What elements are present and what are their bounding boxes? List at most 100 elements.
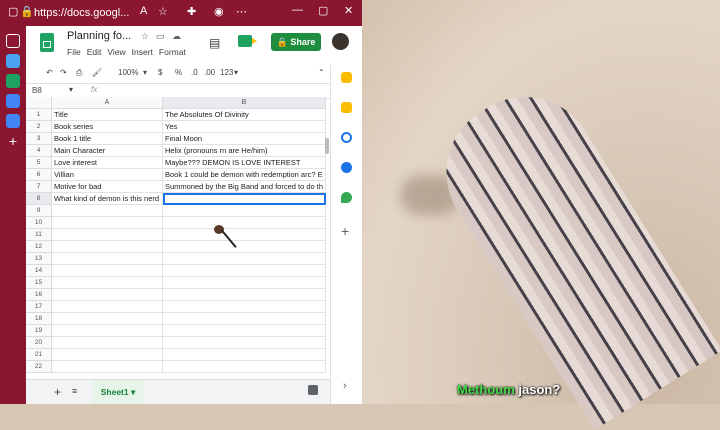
column-header-b[interactable]: B	[163, 97, 326, 109]
cell-a17[interactable]	[52, 301, 163, 313]
menu-view[interactable]: View	[107, 47, 125, 57]
maximize-icon[interactable]: ▢	[318, 4, 328, 17]
menu-file[interactable]: File	[67, 47, 81, 57]
row-number[interactable]: 2	[26, 121, 52, 133]
tabs-icon[interactable]	[6, 34, 20, 48]
print-icon[interactable]: ⎙	[76, 68, 82, 78]
row-number[interactable]: 16	[26, 289, 52, 301]
app-icon[interactable]	[6, 54, 20, 68]
tasks-icon[interactable]	[341, 132, 352, 143]
star-icon[interactable]: ☆	[141, 31, 149, 42]
cell-b13[interactable]	[163, 253, 326, 265]
cell-b11[interactable]	[163, 229, 326, 241]
profile-icon[interactable]: ◉	[214, 5, 224, 18]
cell-a6[interactable]: Villian	[52, 169, 163, 181]
redo-icon[interactable]: ↷	[60, 68, 67, 77]
row-number[interactable]: 22	[26, 361, 52, 373]
cell-a22[interactable]	[52, 361, 163, 373]
sheet-tab[interactable]: Sheet1 ▾	[92, 380, 144, 404]
format-select[interactable]: 123	[220, 68, 233, 77]
add-icon[interactable]: +	[6, 134, 20, 148]
cell-b12[interactable]	[163, 241, 326, 253]
cell-b14[interactable]	[163, 265, 326, 277]
row-number[interactable]: 3	[26, 133, 52, 145]
cell-a10[interactable]	[52, 217, 163, 229]
cell-b20[interactable]	[163, 337, 326, 349]
cell-a19[interactable]	[52, 325, 163, 337]
cell-a11[interactable]	[52, 229, 163, 241]
keep-icon[interactable]	[341, 102, 352, 113]
cell-b6[interactable]: Book 1 could be demon with redemption ar…	[163, 169, 326, 181]
cell-a9[interactable]	[52, 205, 163, 217]
row-number[interactable]: 13	[26, 253, 52, 265]
cell-a2[interactable]: Book series	[52, 121, 163, 133]
cell-a1[interactable]: Title	[52, 109, 163, 121]
cell-b19[interactable]	[163, 325, 326, 337]
cell-a20[interactable]	[52, 337, 163, 349]
column-header-a[interactable]: A	[52, 97, 163, 109]
spreadsheet-grid[interactable]: A B 1 Title The Absolutes Of Divinity 2 Book s…	[26, 97, 326, 379]
row-number[interactable]: 11	[26, 229, 52, 241]
cell-a12[interactable]	[52, 241, 163, 253]
cell-a4[interactable]: Main Character	[52, 145, 163, 157]
name-box[interactable]: B8	[32, 86, 42, 95]
more-icon[interactable]: ⋯	[236, 5, 247, 18]
cell-a3[interactable]: Book 1 title	[52, 133, 163, 145]
comment-icon[interactable]: ▤	[209, 36, 220, 50]
row-number[interactable]: 15	[26, 277, 52, 289]
contacts-icon[interactable]	[341, 162, 352, 173]
cell-b2[interactable]: Yes	[163, 121, 326, 133]
row-number[interactable]: 10	[26, 217, 52, 229]
calendar-icon[interactable]	[341, 72, 352, 83]
cell-b21[interactable]	[163, 349, 326, 361]
row-number[interactable]: 18	[26, 313, 52, 325]
cell-a15[interactable]	[52, 277, 163, 289]
cell-b10[interactable]	[163, 217, 326, 229]
maps-icon[interactable]	[341, 192, 352, 203]
menu-edit[interactable]: Edit	[87, 47, 102, 57]
row-number[interactable]: 21	[26, 349, 52, 361]
row-number[interactable]: 8	[26, 193, 52, 205]
cell-b1[interactable]: The Absolutes Of Divinity	[163, 109, 326, 121]
cell-b16[interactable]	[163, 289, 326, 301]
cell-b15[interactable]	[163, 277, 326, 289]
lock-icon[interactable]: 🔒	[20, 5, 34, 18]
row-number[interactable]: 12	[26, 241, 52, 253]
row-number[interactable]: 20	[26, 337, 52, 349]
row-number[interactable]: 14	[26, 265, 52, 277]
chevron-right-icon[interactable]: ›	[343, 380, 347, 392]
collapse-icon[interactable]: ⌃	[318, 68, 325, 77]
cell-b22[interactable]	[163, 361, 326, 373]
percent-button[interactable]: %	[175, 68, 182, 77]
row-number[interactable]: 4	[26, 145, 52, 157]
sheets-tab-icon[interactable]	[6, 74, 20, 88]
cell-a13[interactable]	[52, 253, 163, 265]
increase-decimal-button[interactable]: .00	[204, 68, 215, 77]
paint-format-icon[interactable]: 🖌	[92, 68, 102, 77]
row-number[interactable]: 6	[26, 169, 52, 181]
cloud-icon[interactable]: ☁	[172, 31, 181, 42]
select-all-corner[interactable]	[26, 97, 52, 109]
cell-b4[interactable]: Helix (pronouns rn are He/him)	[163, 145, 326, 157]
row-number[interactable]: 9	[26, 205, 52, 217]
row-number[interactable]: 1	[26, 109, 52, 121]
cell-b18[interactable]	[163, 313, 326, 325]
cell-a8[interactable]: What kind of demon is this nerd	[52, 193, 163, 205]
row-number[interactable]: 17	[26, 301, 52, 313]
undo-icon[interactable]: ↶	[46, 68, 53, 77]
move-icon[interactable]: ▭	[156, 31, 165, 42]
sheets-logo-icon[interactable]	[40, 33, 54, 52]
doc-title[interactable]: Planning fo...	[67, 30, 131, 42]
row-number[interactable]: 5	[26, 157, 52, 169]
tab-icon[interactable]: ▢	[8, 5, 18, 18]
share-button[interactable]: 🔒 Share	[271, 33, 321, 51]
add-addon-icon[interactable]: +	[341, 223, 349, 239]
add-sheet-icon[interactable]: +	[54, 385, 61, 399]
meet-icon[interactable]	[238, 35, 257, 47]
all-sheets-icon[interactable]: ≡	[72, 386, 77, 396]
cell-b17[interactable]	[163, 301, 326, 313]
cell-b7[interactable]: Summoned by the Big Band and forced to d…	[163, 181, 326, 193]
row-number[interactable]: 7	[26, 181, 52, 193]
cell-b5[interactable]: Maybe??? DEMON IS LOVE INTEREST	[163, 157, 326, 169]
menu-format[interactable]: Format	[159, 47, 186, 57]
